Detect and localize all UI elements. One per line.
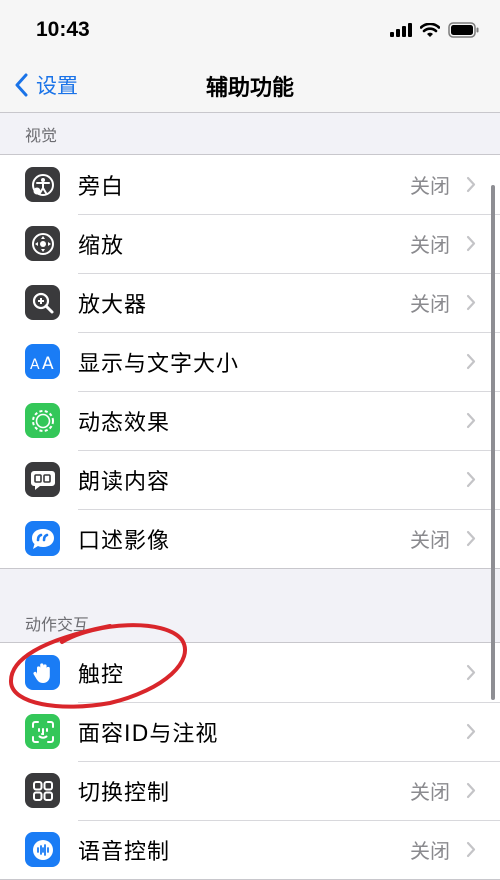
row-value: 关闭 <box>410 780 450 804</box>
row-label: 面容ID与注视 <box>78 721 219 747</box>
touch-hand-icon <box>25 655 60 690</box>
chevron-right-icon <box>466 530 476 547</box>
cellular-signal-icon <box>390 23 412 37</box>
settings-row-voiceover[interactable]: 旁白 关闭 <box>0 155 500 214</box>
chevron-right-icon <box>466 723 476 740</box>
settings-row-spoken-content[interactable]: 朗读内容 <box>0 450 500 509</box>
row-value: 关闭 <box>410 839 450 863</box>
row-label: 放大器 <box>78 292 148 318</box>
settings-row-motion[interactable]: 动态效果 <box>0 391 500 450</box>
chevron-right-icon <box>466 782 476 799</box>
row-value: 关闭 <box>410 292 450 316</box>
row-label: 旁白 <box>78 174 125 200</box>
magnifier-icon <box>25 285 60 320</box>
chevron-right-icon <box>466 294 476 311</box>
row-label: 切换控制 <box>78 780 171 806</box>
chevron-right-icon <box>466 412 476 429</box>
navigation-bar: 设置 辅助功能 <box>0 58 500 113</box>
row-label: 显示与文字大小 <box>78 351 240 377</box>
chevron-right-icon <box>466 353 476 370</box>
audio-description-icon <box>25 521 60 556</box>
status-time: 10:43 <box>36 18 90 41</box>
chevron-right-icon <box>466 235 476 252</box>
row-label: 动态效果 <box>78 410 171 436</box>
row-value: 关闭 <box>410 174 450 198</box>
wifi-icon <box>420 22 440 37</box>
status-icons <box>390 20 480 40</box>
chevron-right-icon <box>466 176 476 193</box>
settings-row-display-text-size[interactable]: AA 显示与文字大小 <box>0 332 500 391</box>
row-value: 关闭 <box>410 233 450 257</box>
settings-row-voice-control[interactable]: 语音控制 关闭 <box>0 820 500 879</box>
settings-row-zoom[interactable]: 缩放 关闭 <box>0 214 500 273</box>
chevron-right-icon <box>466 841 476 858</box>
settings-row-touch[interactable]: 触控 <box>0 643 500 702</box>
status-bar: 10:43 <box>0 0 500 58</box>
text-size-icon: AA <box>25 344 60 379</box>
face-id-icon <box>25 714 60 749</box>
row-label: 触控 <box>78 662 125 688</box>
switch-control-icon <box>25 773 60 808</box>
page-title: 辅助功能 <box>205 76 294 101</box>
row-label: 朗读内容 <box>78 469 171 495</box>
settings-group-physical-motor: 触控 面容ID与注视 切换控制 关闭 语音控制 关闭 <box>0 642 500 880</box>
row-label: 口述影像 <box>78 528 171 554</box>
chevron-right-icon <box>466 664 476 681</box>
section-header-physical-motor: 动作交互 <box>25 615 90 634</box>
battery-icon <box>448 22 479 38</box>
settings-row-face-id[interactable]: 面容ID与注视 <box>0 702 500 761</box>
spoken-content-icon <box>25 462 60 497</box>
chevron-right-icon <box>466 471 476 488</box>
motion-icon <box>25 403 60 438</box>
svg-text:A: A <box>30 357 40 372</box>
section-header-vision: 视觉 <box>25 126 58 145</box>
svg-text:A: A <box>42 354 54 372</box>
scroll-indicator[interactable] <box>491 185 495 700</box>
row-label: 缩放 <box>78 233 125 259</box>
settings-row-switch-control[interactable]: 切换控制 关闭 <box>0 761 500 820</box>
settings-group-vision: 旁白 关闭 缩放 关闭 放大器 关闭 AA 显示与文字大小 动态效果 朗读内容 … <box>0 154 500 569</box>
voice-control-icon <box>25 832 60 867</box>
row-label: 语音控制 <box>78 839 171 865</box>
row-value: 关闭 <box>410 528 450 552</box>
zoom-icon <box>25 226 60 261</box>
settings-row-magnifier[interactable]: 放大器 关闭 <box>0 273 500 332</box>
voiceover-icon <box>25 167 60 202</box>
settings-row-audio-descriptions[interactable]: 口述影像 关闭 <box>0 509 500 568</box>
